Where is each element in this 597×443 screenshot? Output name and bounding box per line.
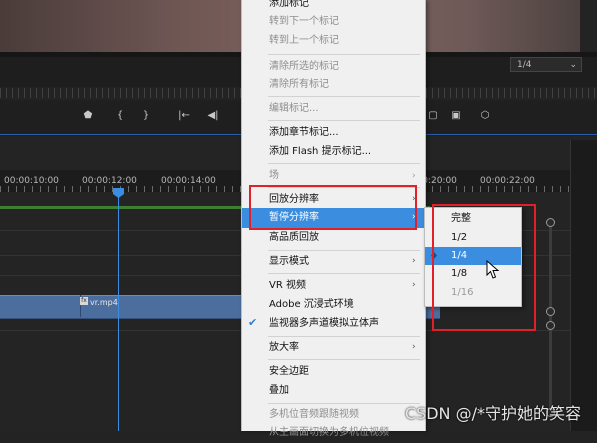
menu-item-safe-margins[interactable]: 安全边距 bbox=[269, 362, 309, 382]
chevron-down-icon: ⌄ bbox=[569, 60, 577, 70]
submenu-arrow-icon: › bbox=[412, 171, 416, 181]
time-label: 00:00:12:00 bbox=[82, 176, 137, 186]
menu-item-high-quality-playback[interactable]: 高品质回放 bbox=[269, 228, 319, 248]
submenu-arrow-icon: › bbox=[412, 280, 416, 290]
fx-badge-icon: fx bbox=[80, 297, 88, 305]
clip-name: vr.mp4 bbox=[90, 298, 118, 307]
mark-out-icon[interactable]: } bbox=[138, 108, 154, 124]
menu-item-vr-video[interactable]: VR 视频 bbox=[269, 276, 306, 296]
menu-separator bbox=[268, 250, 420, 251]
scroll-handle-icon[interactable] bbox=[546, 218, 555, 227]
menu-item-adobe-immersive[interactable]: Adobe 沉浸式环境 bbox=[269, 295, 354, 315]
submenu-arrow-icon: › bbox=[412, 342, 416, 352]
menu-item-next-marker[interactable]: 转到下一个标记 bbox=[269, 12, 339, 32]
vr-icon[interactable]: ⬡ bbox=[477, 108, 493, 124]
menu-item-display-mode[interactable]: 显示模式 bbox=[269, 252, 309, 272]
menu-separator bbox=[268, 54, 420, 55]
menu-item-add-flash-cue-marker[interactable]: 添加 Flash 提示标记... bbox=[269, 142, 371, 162]
watermark: CSDN @/*守护她的笑容 bbox=[404, 404, 581, 423]
menu-item-field[interactable]: 场 bbox=[269, 166, 279, 186]
time-label: 00:00:22:00 bbox=[480, 176, 535, 186]
menu-separator bbox=[268, 96, 420, 97]
menu-separator bbox=[268, 403, 420, 404]
menu-separator bbox=[268, 359, 420, 360]
menu-item-monitor-multichannel-stereo[interactable]: 监视器多声道模拟立体声 bbox=[269, 314, 379, 334]
time-label: 00:00:10:00 bbox=[4, 176, 59, 186]
menu-item-edit-marker[interactable]: 编辑标记... bbox=[269, 99, 319, 119]
menu-item-overlays[interactable]: 叠加 bbox=[269, 381, 289, 401]
menu-item-multicam-audio-follows-video[interactable]: 多机位音频跟随视频 bbox=[269, 405, 359, 425]
menu-item-switch-multicam[interactable]: 从主画面切换为多机位视频 bbox=[269, 423, 389, 443]
resolution-select[interactable]: 1/4 ⌄ bbox=[510, 57, 582, 72]
add-marker-icon[interactable]: ⬟ bbox=[80, 108, 96, 124]
menu-item-prev-marker[interactable]: 转到上一个标记 bbox=[269, 31, 339, 51]
compare-icon[interactable]: ▣ bbox=[448, 108, 464, 124]
scroll-handle-icon[interactable] bbox=[546, 307, 555, 316]
menu-separator bbox=[268, 163, 420, 164]
annotation-box-submenu bbox=[432, 204, 536, 331]
go-to-in-icon[interactable]: |← bbox=[176, 108, 192, 124]
vertical-scrollbar[interactable] bbox=[549, 221, 552, 411]
step-back-icon[interactable]: ◀| bbox=[205, 108, 221, 124]
time-label: 00:00:14:00 bbox=[161, 176, 216, 186]
menu-item-clear-selected-markers[interactable]: 清除所选的标记 bbox=[269, 57, 339, 77]
menu-separator bbox=[268, 273, 420, 274]
mouse-cursor-icon bbox=[486, 260, 500, 279]
annotation-box-menu bbox=[249, 185, 417, 230]
scroll-handle-icon[interactable] bbox=[546, 321, 555, 330]
audio-meter-panel bbox=[570, 140, 597, 431]
submenu-arrow-icon: › bbox=[412, 256, 416, 266]
menu-item-magnification[interactable]: 放大率 bbox=[269, 338, 299, 358]
menu-separator bbox=[268, 336, 420, 337]
export-frame-icon[interactable]: ▢ bbox=[425, 108, 441, 124]
mark-in-icon[interactable]: { bbox=[112, 108, 128, 124]
menu-separator bbox=[268, 120, 420, 121]
menu-item-clear-all-markers[interactable]: 清除所有标记 bbox=[269, 75, 329, 95]
resolution-select-value: 1/4 bbox=[517, 60, 532, 70]
checkmark-icon: ✔ bbox=[248, 316, 258, 329]
menu-item-add-chapter-marker[interactable]: 添加章节标记... bbox=[269, 123, 339, 143]
playhead-line[interactable] bbox=[118, 188, 119, 431]
